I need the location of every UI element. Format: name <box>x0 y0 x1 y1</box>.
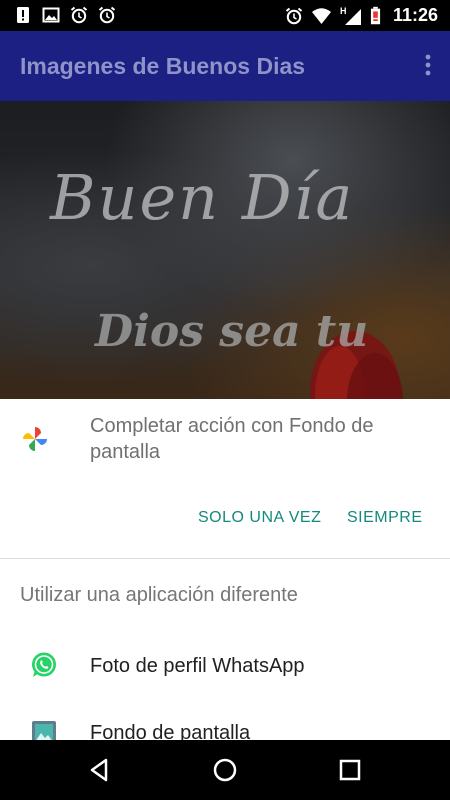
clock: 11:26 <box>392 5 438 25</box>
alarm-icon <box>285 7 303 24</box>
notification-icons <box>14 6 116 24</box>
always-button[interactable]: SIEMPRE <box>347 509 423 527</box>
navigation-bar <box>0 740 450 800</box>
alarm-icon <box>98 6 116 24</box>
sheet-title: Completar acción con Fondo de pantalla <box>90 415 374 463</box>
recent-apps-icon[interactable] <box>336 756 364 784</box>
back-icon[interactable] <box>86 756 114 784</box>
divider <box>0 558 450 559</box>
app-option-wallpaper[interactable]: Fondo de pantalla <box>0 701 450 740</box>
sheet-header: Completar acción con Fondo de pantalla S… <box>0 399 450 559</box>
alert-icon <box>17 7 29 23</box>
battery-icon <box>370 6 381 24</box>
home-icon[interactable] <box>211 756 239 784</box>
image-text-line1: Buen Día <box>50 161 355 234</box>
status-bar: H 11:26 <box>0 0 450 31</box>
whatsapp-icon <box>32 652 56 677</box>
system-icons: H 11:26 <box>285 5 438 26</box>
app-title: Imagenes de Buenos Dias <box>20 53 306 79</box>
app-option-whatsapp[interactable]: Foto de perfil WhatsApp <box>0 631 450 701</box>
more-vert-icon[interactable] <box>424 53 432 77</box>
alt-apps-heading: Utilizar una aplicación diferente <box>20 584 298 606</box>
google-photos-pinwheel-icon <box>23 427 47 451</box>
signal-h-icon: H <box>340 6 361 25</box>
gallery-icon <box>32 721 56 740</box>
network-type-label: H <box>340 6 347 16</box>
wifi-icon <box>311 7 331 24</box>
resolver-sheet: Completar acción con Fondo de pantalla S… <box>0 399 450 740</box>
app-option-label: Foto de perfil WhatsApp <box>90 655 305 677</box>
app-option-label: Fondo de pantalla <box>90 722 251 740</box>
greeting-image: Buen Día Dios sea tu <box>0 101 450 399</box>
image-icon <box>42 7 60 23</box>
alarm-icon <box>70 6 88 24</box>
image-text-line2: Dios sea tu <box>95 306 369 357</box>
just-once-button[interactable]: SOLO UNA VEZ <box>198 509 321 527</box>
app-bar: Imagenes de Buenos Dias <box>0 31 450 101</box>
